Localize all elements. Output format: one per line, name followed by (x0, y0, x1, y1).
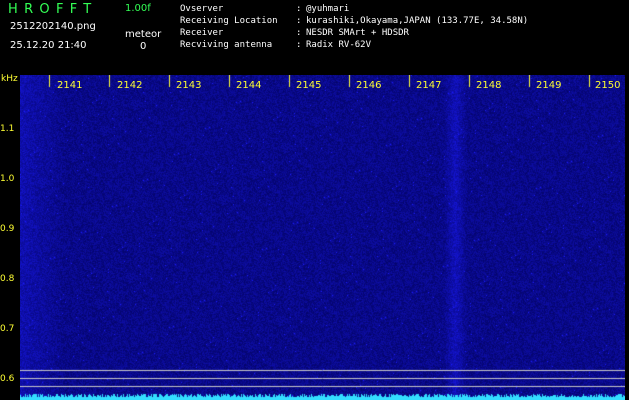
y-tick-label: 0.9 (0, 224, 15, 234)
x-tick-label: 2148 (476, 80, 502, 91)
x-tick-label: 2144 (236, 80, 262, 91)
x-tick-label: 2150 (595, 80, 621, 91)
x-tick-label: 2141 (57, 80, 83, 91)
y-tick-label: 0.6 (0, 374, 15, 384)
info-value-antenna: Radix RV-62V (306, 40, 372, 50)
info-separator: : (296, 28, 302, 38)
info-key-antenna: Recviving antenna (180, 40, 273, 50)
waterfall-spectrogram (20, 75, 625, 400)
info-key-observer: Ovserver (180, 4, 224, 14)
y-tick-label: 1.1 (0, 124, 15, 134)
x-tick-label: 2142 (117, 80, 143, 91)
info-key-location: Receiving Location (180, 16, 278, 26)
x-tick-label: 2149 (536, 80, 562, 91)
x-tick-label: 2143 (176, 80, 202, 91)
y-tick-label: 0.8 (0, 274, 15, 284)
x-tick-label: 2146 (356, 80, 382, 91)
x-tick-label: 2147 (416, 80, 442, 91)
y-tick-label: 1.0 (0, 174, 15, 184)
y-tick-label: 0.7 (0, 324, 15, 334)
info-key-receiver: Receiver (180, 28, 224, 38)
info-separator: : (296, 4, 302, 14)
info-separator: : (296, 40, 302, 50)
header-panel: HROFFT 1.00f 2512202140.png 25.12.20 21:… (0, 0, 629, 74)
x-tick-label: 2145 (296, 80, 322, 91)
info-separator: : (296, 16, 302, 26)
info-value-observer: @yuhmari (306, 4, 350, 14)
y-axis-unit: kHz (1, 74, 18, 84)
info-value-receiver: NESDR SMArt + HDSDR (306, 28, 409, 38)
info-value-location: kurashiki,Okayama,JAPAN (133.77E, 34.58N… (306, 16, 529, 26)
